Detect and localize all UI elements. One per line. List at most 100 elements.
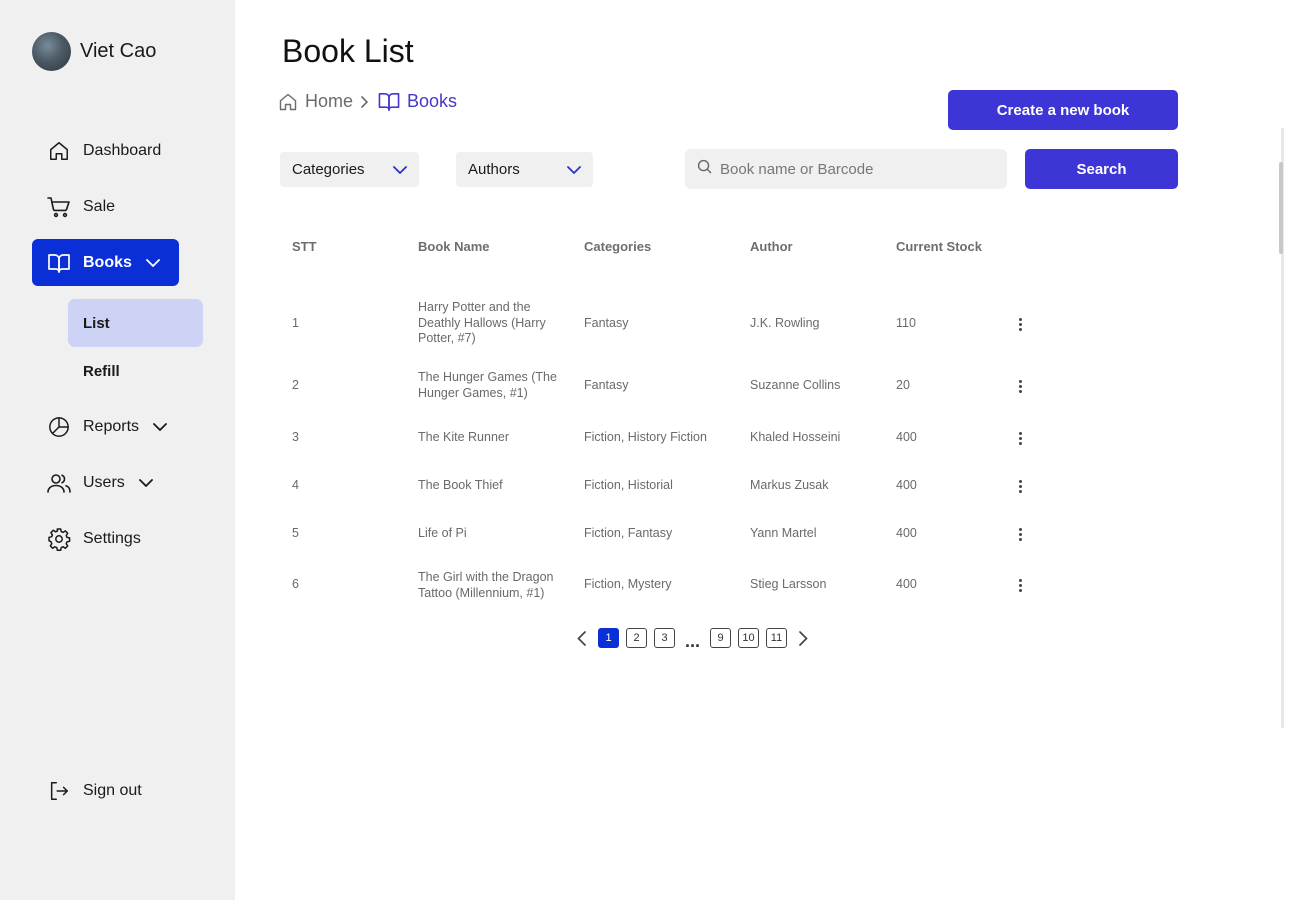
chevron-down-icon — [393, 161, 407, 178]
cell-categories: Fiction, Fantasy — [584, 526, 673, 540]
chevron-down-icon — [567, 161, 581, 178]
row-actions-kebab-icon[interactable] — [1016, 479, 1024, 494]
cell-stock: 400 — [896, 577, 917, 591]
users-icon — [47, 471, 71, 495]
cell-stock: 110 — [896, 316, 916, 330]
categories-dropdown[interactable]: Categories — [280, 152, 419, 187]
authors-dropdown[interactable]: Authors — [456, 152, 593, 187]
cell-author: Stieg Larsson — [750, 577, 827, 591]
sidebar-item-label: Settings — [83, 529, 141, 547]
sidebar-item-books[interactable]: Books — [32, 239, 179, 286]
page-button-11[interactable]: 11 — [766, 628, 787, 648]
page-title: Book List — [282, 33, 414, 69]
gear-icon — [47, 527, 71, 551]
breadcrumb: Home Books — [278, 91, 457, 112]
row-actions-kebab-icon[interactable] — [1016, 578, 1024, 593]
table-row[interactable]: 4 The Book Thief Fiction, Historial Mark… — [280, 478, 1040, 494]
page-button-10[interactable]: 10 — [738, 628, 759, 648]
sidebar-item-reports[interactable]: Reports — [32, 403, 167, 450]
sidebar-item-sale[interactable]: Sale — [32, 183, 115, 230]
cell-stt: 3 — [292, 430, 299, 444]
page-button-3[interactable]: 3 — [654, 628, 675, 648]
row-actions-kebab-icon[interactable] — [1016, 527, 1024, 542]
breadcrumb-home[interactable]: Home — [278, 91, 353, 112]
cell-book-name[interactable]: The Kite Runner — [418, 430, 509, 446]
cell-categories: Fantasy — [584, 378, 629, 392]
cell-categories: Fiction, Historial — [584, 478, 673, 492]
cell-categories: Fiction, History Fiction — [584, 430, 707, 444]
table-row[interactable]: 1 Harry Potter and the Deathly Hallows (… — [280, 300, 1040, 348]
submenu-item-label: List — [83, 314, 110, 332]
cell-stt: 5 — [292, 526, 299, 540]
table-row[interactable]: 5 Life of Pi Fiction, Fantasy Yann Marte… — [280, 526, 1040, 542]
sign-out-icon — [47, 779, 71, 803]
next-page-icon[interactable] — [794, 628, 812, 648]
book-open-icon — [378, 93, 400, 111]
prev-page-icon[interactable] — [572, 628, 590, 648]
column-header-book-name[interactable]: Book Name — [418, 239, 490, 254]
page-button-9[interactable]: 9 — [710, 628, 731, 648]
submenu-item-list[interactable]: List — [68, 299, 203, 347]
submenu-item-label: Refill — [83, 362, 120, 380]
cell-stock: 400 — [896, 430, 917, 444]
search-button[interactable]: Search — [1025, 149, 1178, 189]
table-row[interactable]: 6 The Girl with the Dragon Tattoo (Mille… — [280, 570, 1040, 602]
page-button-2[interactable]: 2 — [626, 628, 647, 648]
sidebar-item-users[interactable]: Users — [32, 459, 153, 506]
column-header-categories[interactable]: Categories — [584, 239, 651, 254]
search-input[interactable] — [720, 160, 990, 178]
table-row[interactable]: 2 The Hunger Games (The Hunger Games, #1… — [280, 370, 1040, 402]
authors-dropdown-label: Authors — [468, 161, 520, 178]
chevron-down-icon[interactable] — [138, 478, 153, 487]
row-actions-kebab-icon[interactable] — [1016, 431, 1024, 446]
create-book-button[interactable]: Create a new book — [948, 90, 1178, 130]
cell-book-name[interactable]: The Girl with the Dragon Tattoo (Millenn… — [418, 570, 568, 601]
pagination: 1 2 3 ... 9 10 11 — [572, 628, 812, 650]
chevron-down-icon[interactable] — [146, 258, 160, 267]
cell-author: Suzanne Collins — [750, 378, 841, 392]
cell-author: Khaled Hosseini — [750, 430, 841, 444]
home-icon — [279, 93, 297, 110]
sidebar-item-label: Books — [83, 253, 132, 271]
column-header-author[interactable]: Author — [750, 239, 793, 254]
cell-stt: 6 — [292, 577, 299, 591]
sidebar-item-label: Reports — [83, 417, 140, 435]
row-actions-kebab-icon[interactable] — [1016, 379, 1024, 394]
sidebar-item-label: Dashboard — [83, 141, 162, 159]
sidebar-item-label: Sale — [83, 197, 116, 215]
pie-chart-icon — [47, 415, 71, 439]
sidebar-item-dashboard[interactable]: Dashboard — [32, 127, 161, 174]
cell-stt: 2 — [292, 378, 299, 392]
cell-book-name[interactable]: Harry Potter and the Deathly Hallows (Ha… — [418, 300, 568, 347]
column-header-current-stock[interactable]: Current Stock — [896, 239, 982, 254]
cell-stt: 4 — [292, 478, 299, 492]
cell-stt: 1 — [292, 316, 299, 330]
scrollbar-thumb[interactable] — [1279, 162, 1283, 254]
cart-icon — [47, 195, 71, 219]
page-button-1[interactable]: 1 — [598, 628, 619, 648]
chevron-right-icon — [361, 95, 369, 108]
cell-book-name[interactable]: The Book Thief — [418, 478, 503, 494]
breadcrumb-home-label: Home — [305, 91, 354, 111]
cell-stock: 20 — [896, 378, 910, 392]
user-profile[interactable]: Viet Cao — [32, 32, 156, 71]
submenu-item-refill[interactable]: Refill — [68, 347, 203, 395]
profile-name: Viet Cao — [80, 40, 157, 62]
sign-out-label: Sign out — [83, 781, 142, 799]
cell-book-name[interactable]: Life of Pi — [418, 526, 467, 542]
search-box[interactable] — [685, 149, 1007, 189]
search-icon — [697, 159, 712, 179]
chevron-down-icon[interactable] — [153, 422, 167, 431]
categories-dropdown-label: Categories — [292, 161, 365, 178]
sign-out-button[interactable]: Sign out — [32, 767, 142, 814]
avatar[interactable] — [32, 32, 71, 71]
row-actions-kebab-icon[interactable] — [1016, 317, 1024, 332]
sidebar-item-settings[interactable]: Settings — [32, 515, 141, 562]
cell-stock: 400 — [896, 526, 917, 540]
cell-author: Yann Martel — [750, 526, 817, 540]
breadcrumb-books[interactable]: Books — [377, 91, 457, 112]
cell-stock: 400 — [896, 478, 917, 492]
cell-book-name[interactable]: The Hunger Games (The Hunger Games, #1) — [418, 370, 568, 401]
table-row[interactable]: 3 The Kite Runner Fiction, History Ficti… — [280, 430, 1040, 446]
cell-categories: Fantasy — [584, 316, 629, 330]
